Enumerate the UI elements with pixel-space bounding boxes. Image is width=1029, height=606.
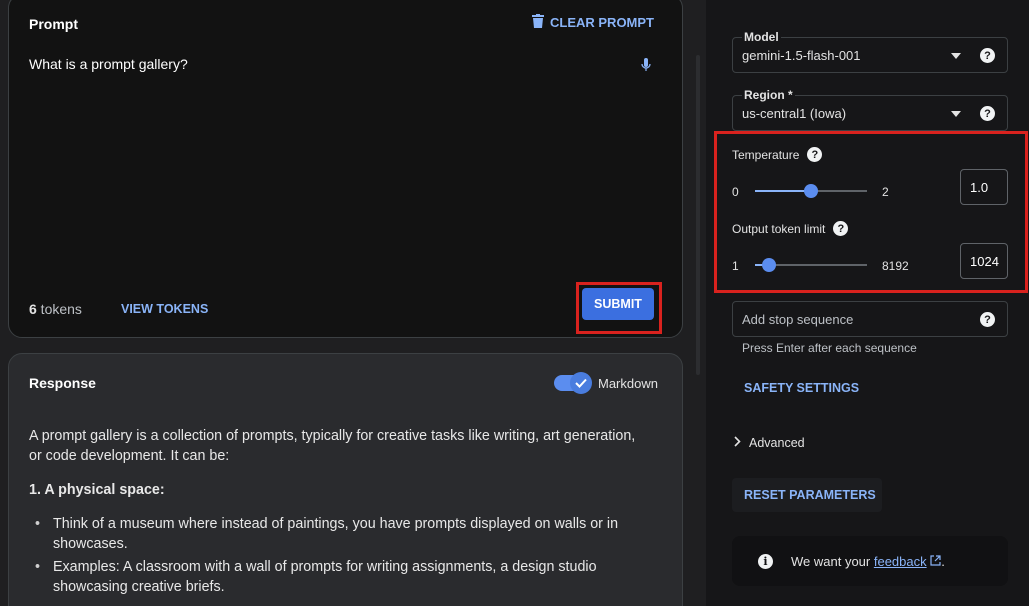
stop-sequence-input[interactable]: Add stop sequence ? (732, 301, 1008, 337)
token-count-suffix: tokens (36, 301, 82, 317)
app-root: Prompt CLEAR PROMPT What is a prompt gal… (0, 0, 1029, 606)
response-body: A prompt gallery is a collection of prom… (29, 426, 639, 600)
scrollbar[interactable] (696, 55, 700, 375)
output-limit-label: Output token limit ? (732, 221, 849, 236)
help-icon[interactable]: ? (980, 48, 995, 63)
feedback-text: We want your feedback . (791, 554, 945, 569)
response-bullets: Think of a museum where instead of paint… (29, 514, 639, 597)
temperature-max: 2 (882, 185, 889, 199)
temperature-slider[interactable] (755, 184, 867, 198)
submit-button[interactable]: SUBMIT (582, 288, 654, 320)
advanced-toggle[interactable]: Advanced (734, 436, 805, 450)
response-paragraph: A prompt gallery is a collection of prom… (29, 428, 636, 464)
region-label: Region * (742, 88, 795, 102)
markdown-switch[interactable] (554, 372, 592, 394)
model-select[interactable]: Model gemini-1.5-flash-001 ? (732, 30, 1008, 73)
microphone-icon[interactable] (641, 58, 651, 77)
help-icon[interactable]: ? (980, 106, 995, 121)
prompt-input[interactable]: What is a prompt gallery? (29, 56, 188, 72)
reset-parameters-button[interactable]: RESET PARAMETERS (732, 478, 882, 512)
output-limit-input[interactable]: 1024 (960, 243, 1008, 279)
check-icon (570, 372, 592, 394)
info-icon: i (758, 553, 773, 569)
token-count: 6 tokens (29, 301, 82, 317)
temperature-input[interactable]: 1.0 (960, 169, 1008, 205)
output-limit-max: 8192 (882, 259, 909, 273)
help-icon[interactable]: ? (980, 312, 995, 327)
temperature-slider-fill (755, 190, 811, 192)
temperature-label-text: Temperature (732, 147, 800, 162)
feedback-prefix: We want your (791, 553, 874, 569)
advanced-label: Advanced (749, 436, 805, 450)
external-link-icon (930, 554, 941, 569)
temperature-label: Temperature ? (732, 147, 823, 162)
response-heading: 1. A physical space: (29, 482, 165, 498)
settings-panel: Model gemini-1.5-flash-001 ? Region * us… (706, 0, 1029, 606)
chevron-down-icon (951, 111, 961, 117)
feedback-banner: i We want your feedback . (732, 536, 1008, 586)
region-value: us-central1 (Iowa) (742, 106, 847, 121)
trash-icon (532, 14, 544, 31)
clear-prompt-label: CLEAR PROMPT (550, 15, 654, 30)
response-card: Response Markdown A prompt gallery is a … (8, 353, 683, 606)
feedback-link[interactable]: feedback (874, 554, 927, 569)
help-icon[interactable]: ? (833, 221, 849, 236)
clear-prompt-button[interactable]: CLEAR PROMPT (532, 14, 654, 31)
output-limit-min: 1 (732, 259, 739, 273)
model-value: gemini-1.5-flash-001 (742, 48, 861, 63)
list-item: Examples: A classroom with a wall of pro… (29, 557, 639, 597)
markdown-label: Markdown (598, 375, 658, 391)
chevron-down-icon (951, 53, 961, 59)
feedback-suffix: . (941, 553, 945, 569)
response-title: Response (29, 375, 96, 391)
markdown-toggle[interactable]: Markdown (554, 372, 658, 394)
list-item: Think of a museum where instead of paint… (29, 514, 639, 554)
help-icon[interactable]: ? (807, 147, 823, 162)
model-label: Model (742, 30, 781, 44)
main-panel: Prompt CLEAR PROMPT What is a prompt gal… (0, 0, 706, 606)
prompt-title: Prompt (29, 16, 78, 32)
chevron-right-icon (734, 436, 741, 450)
output-limit-slider[interactable] (755, 258, 867, 272)
output-limit-slider-thumb[interactable] (762, 258, 776, 272)
temperature-min: 0 (732, 185, 739, 199)
region-select[interactable]: Region * us-central1 (Iowa) ? (732, 88, 1008, 131)
output-limit-label-text: Output token limit (732, 221, 826, 236)
stop-sequence-hint: Press Enter after each sequence (742, 341, 917, 355)
token-count-value: 6 (29, 301, 37, 317)
temperature-slider-thumb[interactable] (804, 184, 818, 198)
stop-sequence-placeholder: Add stop sequence (742, 312, 854, 327)
safety-settings-button[interactable]: SAFETY SETTINGS (744, 381, 859, 395)
view-tokens-button[interactable]: VIEW TOKENS (121, 302, 208, 316)
